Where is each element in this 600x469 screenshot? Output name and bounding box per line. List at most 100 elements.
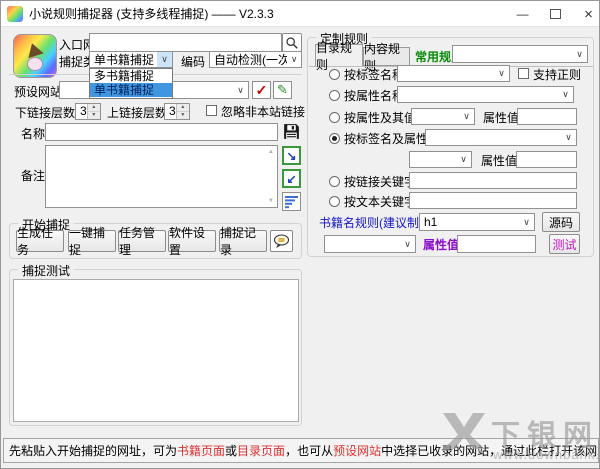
radio-by-attr-and-value[interactable] [329, 112, 340, 123]
name-input[interactable] [45, 123, 278, 141]
link-keyword-input[interactable] [409, 172, 577, 189]
remark-label: 备注 [21, 169, 46, 183]
maximize-button[interactable] [539, 1, 572, 27]
search-button[interactable] [282, 33, 302, 52]
list-icon [285, 196, 298, 209]
up-levels-stepper[interactable]: 3 ▲ ▼ [164, 103, 190, 120]
attr-and-value-combo[interactable]: ∨ [411, 108, 475, 125]
tab-directory-rules[interactable]: 目录规则 [315, 41, 363, 72]
common-rules-combo[interactable]: ∨ [452, 45, 588, 63]
regex-checkbox[interactable] [518, 68, 529, 79]
stepper-buttons: ▲ ▼ [86, 104, 100, 119]
task-manage-button[interactable]: 任务管理 [118, 226, 166, 257]
ignore-external-checkbox[interactable] [206, 105, 217, 116]
attr-value-label: 属性值 [483, 111, 520, 125]
tag-and-attr-sub-combo[interactable]: ∨ [409, 151, 472, 168]
chevron-down-icon[interactable]: ∨ [572, 46, 587, 62]
up-arrow-icon[interactable]: ▲ [87, 104, 100, 112]
chevron-down-icon[interactable]: ∨ [157, 52, 172, 67]
radio-by-attr-name[interactable] [329, 90, 340, 101]
chevron-down-icon[interactable]: ∨ [558, 87, 573, 102]
source-code-button[interactable]: 源码 [542, 212, 580, 232]
status-text-dir-page: 目录页面 [237, 444, 286, 458]
down-arrow-icon[interactable]: ▼ [87, 112, 100, 119]
down-levels-stepper[interactable]: 3 ▲ ▼ [75, 103, 101, 120]
scroll-up-icon[interactable]: ▲ [268, 149, 274, 155]
tab-content-rules[interactable]: 内容规则 [363, 42, 410, 73]
attr-value-label-2: 属性值 [481, 154, 518, 168]
attr-value-input-2[interactable] [516, 151, 577, 168]
software-settings-button[interactable]: 软件设置 [168, 226, 216, 257]
down-arrow-icon[interactable]: ▼ [176, 112, 189, 119]
status-text-1: 先粘贴入开始捕捉的网址，可为 [9, 444, 178, 458]
app-icon-small [7, 6, 23, 22]
up-levels-label: 上链接层数 [107, 106, 168, 120]
encoding-label: 编码 [181, 55, 206, 69]
capture-test-output[interactable] [13, 279, 299, 422]
radio-by-tag-and-attr-value[interactable] [329, 133, 340, 144]
radio-by-link-keyword[interactable] [329, 176, 340, 187]
scroll-down-icon[interactable]: ▼ [268, 198, 274, 204]
one-click-capture-button[interactable]: 一键捕捉 [68, 226, 116, 257]
export-button[interactable]: ↘ [282, 146, 301, 165]
chevron-down-icon[interactable]: ∨ [561, 130, 576, 145]
app-icon-large [13, 34, 57, 78]
dropdown-option-single-book[interactable]: 单书籍捕捉 [90, 83, 172, 97]
preset-site-label: 预设网站 [14, 85, 63, 99]
text-keyword-input[interactable] [409, 192, 577, 209]
test-button[interactable]: 测试 [549, 234, 580, 254]
encoding-value: 自动检测(一次) [214, 53, 288, 67]
arrow-down-right-icon: ↘ [286, 148, 297, 163]
attr-value-input-3[interactable] [457, 235, 536, 253]
regex-label: 支持正则 [533, 68, 582, 82]
generate-task-button[interactable]: 生成任务 [16, 226, 64, 257]
chevron-down-icon[interactable]: ∨ [456, 152, 471, 167]
dropdown-option-multi-book[interactable]: 多书籍捕捉 [90, 69, 172, 83]
import-button[interactable]: ↙ [282, 169, 301, 188]
report-button[interactable] [282, 192, 301, 211]
chevron-down-icon[interactable]: ∨ [233, 82, 248, 98]
attr-name-combo[interactable]: ∨ [397, 86, 574, 103]
down-levels-label: 下链接层数 [15, 106, 76, 120]
wizard-face-icon [27, 57, 43, 71]
attr-value-input[interactable] [517, 108, 577, 125]
status-text-book-page: 书籍页面 [177, 444, 226, 458]
start-capture-group: 开始捕捉 生成任务 一键捕捉 任务管理 软件设置 捕捉记录 [9, 216, 302, 259]
down-levels-value: 3 [80, 104, 87, 118]
edit-preset-button[interactable]: ✎ [273, 81, 292, 99]
up-levels-value: 3 [169, 104, 176, 118]
chevron-down-icon[interactable]: ∨ [494, 66, 509, 81]
feedback-button[interactable] [270, 230, 293, 252]
save-icon [284, 124, 299, 139]
remark-textarea[interactable]: ▲ ▼ [45, 145, 278, 208]
attr-value-label-3: 属性值 [423, 238, 460, 252]
book-name-rule-combo[interactable]: h1 ∨ [419, 213, 535, 231]
radio-by-text-keyword[interactable] [329, 196, 340, 207]
chevron-down-icon[interactable]: ∨ [400, 236, 415, 252]
close-button[interactable]: × [572, 1, 599, 27]
tag-name-combo[interactable]: ∨ [397, 65, 510, 82]
window-title: 小说规则捕捉器 (支持多线程捕捉) —— V2.3.3 [29, 7, 274, 21]
by-link-keyword-label: 按链接关键字 [344, 175, 417, 189]
up-arrow-icon[interactable]: ▲ [176, 104, 189, 112]
capture-type-combo[interactable]: 单书籍捕捉 ∨ [89, 51, 173, 68]
title-bar: 小说规则捕捉器 (支持多线程捕捉) —— V2.3.3 — × [1, 1, 599, 27]
book-name-rule-value: h1 [424, 215, 438, 229]
capture-records-button[interactable]: 捕捉记录 [219, 226, 267, 257]
name-label: 名称 [21, 127, 46, 141]
minimize-button[interactable]: — [506, 1, 539, 27]
save-button[interactable] [282, 122, 301, 141]
tag-and-attr-combo[interactable]: ∨ [425, 129, 577, 146]
app-window: 小说规则捕捉器 (支持多线程捕捉) —— V2.3.3 — × 入口网址 捕捉类… [0, 0, 600, 469]
stepper-buttons: ▲ ▼ [175, 104, 189, 119]
entry-url-input[interactable] [89, 33, 282, 52]
chevron-down-icon[interactable]: ∨ [287, 52, 301, 67]
capture-type-dropdown-list: 多书籍捕捉 单书籍捕捉 [89, 68, 173, 99]
encoding-combo[interactable]: 自动检测(一次) ∨ [209, 51, 302, 68]
by-attr-and-value-label: 按属性及其值 [344, 111, 417, 125]
chevron-down-icon[interactable]: ∨ [459, 109, 474, 124]
chevron-down-icon[interactable]: ∨ [519, 214, 534, 230]
capture-test-title: 捕捉测试 [18, 262, 75, 279]
book-attr-combo[interactable]: ∨ [324, 235, 416, 253]
confirm-preset-button[interactable]: ✓ [252, 81, 271, 99]
